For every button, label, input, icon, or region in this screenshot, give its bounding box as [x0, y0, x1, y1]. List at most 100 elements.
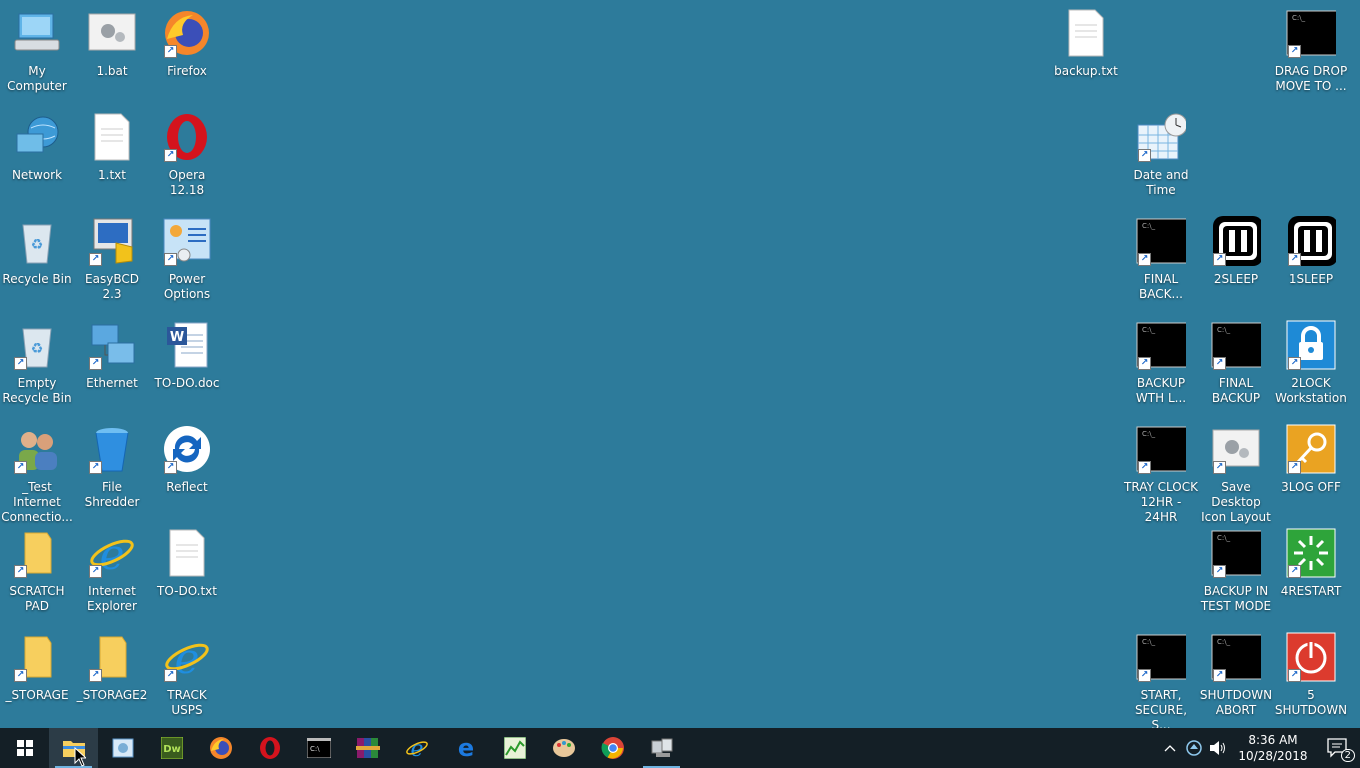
icon-label: SCRATCH PAD	[9, 584, 65, 613]
desktop-icon-internet-explorer[interactable]: e ↗ Internet Explorer	[75, 520, 149, 614]
taskbar-network-tool[interactable]	[637, 728, 686, 768]
start-button[interactable]	[0, 728, 49, 768]
winrar-books-icon	[355, 738, 380, 758]
desktop-icon-todo-doc[interactable]: W TO-DO.doc	[150, 312, 224, 391]
taskbar-task-manager[interactable]	[490, 728, 539, 768]
text-file-icon	[162, 528, 212, 578]
icon-label: _STORAGE2	[76, 688, 148, 702]
taskbar-dreamweaver[interactable]: Dw	[147, 728, 196, 768]
internet-explorer-icon: e ↗	[162, 632, 212, 682]
paint-palette-icon	[552, 739, 575, 757]
power-options-icon: ↗	[162, 216, 212, 266]
shortcut-arrow-icon: ↗	[1213, 461, 1226, 474]
desktop-icon-storage2[interactable]: ↗ _STORAGE2	[75, 624, 149, 703]
icon-label: Empty Recycle Bin	[2, 376, 72, 405]
taskbar-command-prompt[interactable]: C:\	[294, 728, 343, 768]
shortcut-arrow-icon: ↗	[1288, 45, 1301, 58]
desktop-icon-my-computer[interactable]: My Computer	[0, 0, 74, 94]
desktop-icon-1-txt[interactable]: 1.txt	[75, 104, 149, 183]
shortcut-arrow-icon: ↗	[1288, 669, 1301, 682]
desktop-icon-storage[interactable]: ↗ _STORAGE	[0, 624, 74, 703]
tray-network-button[interactable]	[1182, 728, 1206, 768]
command-prompt-icon: C:\_ ↗	[1136, 320, 1186, 370]
desktop-icon-firefox[interactable]: ↗ Firefox	[150, 0, 224, 79]
desktop-icon-opera[interactable]: ↗ Opera 12.18	[150, 104, 224, 198]
shortcut-arrow-icon: ↗	[164, 149, 177, 162]
volume-button[interactable]	[1206, 728, 1230, 768]
desktop-icon-start-secure[interactable]: C:\_ ↗ START, SECURE, S...	[1124, 624, 1198, 733]
desktop-icon-empty-recycle-bin[interactable]: ♻ ↗ Empty Recycle Bin	[0, 312, 74, 406]
taskbar-edge[interactable]: e	[441, 728, 490, 768]
icon-label: SHUTDOWN ABORT	[1199, 688, 1273, 717]
desktop-icon-2lock[interactable]: ↗ 2LOCK Workstation	[1274, 312, 1348, 406]
firefox-icon: ↗	[162, 8, 212, 58]
action-center-button[interactable]: 2	[1316, 728, 1360, 768]
desktop-icon-track-usps[interactable]: e ↗ TRACK USPS	[150, 624, 224, 718]
desktop-icon-1sleep[interactable]: ↗ 1SLEEP	[1274, 208, 1348, 287]
icon-label: TO-DO.doc	[154, 376, 220, 390]
desktop-icon-final-back[interactable]: C:\_ ↗ FINAL BACK...	[1124, 208, 1198, 302]
desktop-icon-log-off[interactable]: ↗ 3LOG OFF	[1274, 416, 1348, 495]
internet-explorer-icon: e	[405, 737, 428, 760]
taskbar-internet-explorer[interactable]: e	[392, 728, 441, 768]
show-hidden-icons-button[interactable]	[1158, 728, 1182, 768]
icon-label: DRAG DROP MOVE TO ...	[1274, 64, 1348, 93]
desktop-icon-network[interactable]: Network	[0, 104, 74, 183]
desktop-icon-tray-clock[interactable]: C:\_ ↗ TRAY CLOCK 12HR - 24HR	[1124, 416, 1198, 525]
desktop-icon-file-shredder[interactable]: ↗ File Shredder	[75, 416, 149, 510]
firefox-icon	[209, 737, 232, 759]
icon-label: Network	[11, 168, 63, 182]
taskbar-firefox[interactable]	[196, 728, 245, 768]
windows-logo-icon	[16, 740, 33, 756]
desktop-icon-drag-drop[interactable]: C:\_ ↗ DRAG DROP MOVE TO ...	[1274, 0, 1348, 94]
svg-text:e: e	[100, 530, 125, 577]
users-icon: ↗	[12, 424, 62, 474]
desktop-icon-restart[interactable]: ↗ 4RESTART	[1274, 520, 1348, 599]
lock-icon: ↗	[1286, 320, 1336, 370]
desktop-icon-ethernet[interactable]: ↗ Ethernet	[75, 312, 149, 391]
desktop-icon-backup-txt[interactable]: backup.txt	[1049, 0, 1123, 79]
desktop-icon-backup-wth[interactable]: C:\_ ↗ BACKUP WTH L...	[1124, 312, 1198, 406]
network-globe-icon	[12, 112, 62, 162]
desktop-icon-todo-txt[interactable]: TO-DO.txt	[150, 520, 224, 599]
desktop-icon-save-layout[interactable]: ↗ Save Desktop Icon Layout	[1199, 416, 1273, 525]
desktop-icon-easybcd[interactable]: ↗ EasyBCD 2.3	[75, 208, 149, 302]
shortcut-arrow-icon: ↗	[1138, 149, 1151, 162]
shortcut-arrow-icon: ↗	[1288, 253, 1301, 266]
desktop-icon-2sleep[interactable]: ↗ 2SLEEP	[1199, 208, 1273, 287]
svg-text:e: e	[410, 737, 423, 760]
desktop-icon-date-time[interactable]: ↗ Date and Time	[1124, 104, 1198, 198]
desktop-icon-final-backup[interactable]: C:\_ ↗ FINAL BACKUP	[1199, 312, 1273, 406]
desktop-icon-reflect[interactable]: ↗ Reflect	[150, 416, 224, 495]
taskbar-control-panel[interactable]	[98, 728, 147, 768]
shortcut-arrow-icon: ↗	[89, 461, 102, 474]
power-button-icon: ↗	[1286, 632, 1336, 682]
desktop-icon-power-options[interactable]: ↗ Power Options	[150, 208, 224, 302]
taskbar-winrar[interactable]	[343, 728, 392, 768]
icon-label: 1.txt	[98, 168, 126, 182]
desktop-icon-test-internet[interactable]: ↗ _Test Internet Connectio...	[0, 416, 74, 525]
text-file-icon	[1061, 8, 1111, 58]
svg-text:♻: ♻	[31, 341, 44, 357]
icon-label: Save Desktop Icon Layout	[1201, 480, 1271, 524]
desktop-icon-1-bat[interactable]: 1.bat	[75, 0, 149, 79]
shortcut-arrow-icon: ↗	[14, 669, 27, 682]
desktop-icon-recycle-bin[interactable]: ♻ Recycle Bin	[0, 208, 74, 287]
taskbar-opera[interactable]	[245, 728, 294, 768]
icon-label: FINAL BACKUP	[1211, 376, 1261, 405]
clock[interactable]: 8:36 AM 10/28/2018	[1230, 732, 1316, 764]
desktop-icon-scratch-pad[interactable]: ↗ SCRATCH PAD	[0, 520, 74, 614]
svg-text:C:\_: C:\_	[1142, 430, 1156, 438]
taskbar-chrome[interactable]	[588, 728, 637, 768]
pause-icon: ↗	[1286, 216, 1336, 266]
shortcut-arrow-icon: ↗	[1213, 565, 1226, 578]
taskbar-paint[interactable]	[539, 728, 588, 768]
shortcut-arrow-icon: ↗	[1288, 357, 1301, 370]
desktop-icon-shutdown[interactable]: ↗ 5 SHUTDOWN	[1274, 624, 1348, 718]
taskbar: Dw C:\ e e 8:36 AM 10/28/2018 2	[0, 728, 1360, 768]
batch-file-gear-icon	[87, 8, 137, 58]
shortcut-arrow-icon: ↗	[1288, 461, 1301, 474]
desktop-icon-shutdown-abort[interactable]: C:\_ ↗ SHUTDOWN ABORT	[1199, 624, 1273, 718]
restart-icon: ↗	[1286, 528, 1336, 578]
desktop-icon-backup-test[interactable]: C:\_ ↗ BACKUP IN TEST MODE	[1199, 520, 1273, 614]
